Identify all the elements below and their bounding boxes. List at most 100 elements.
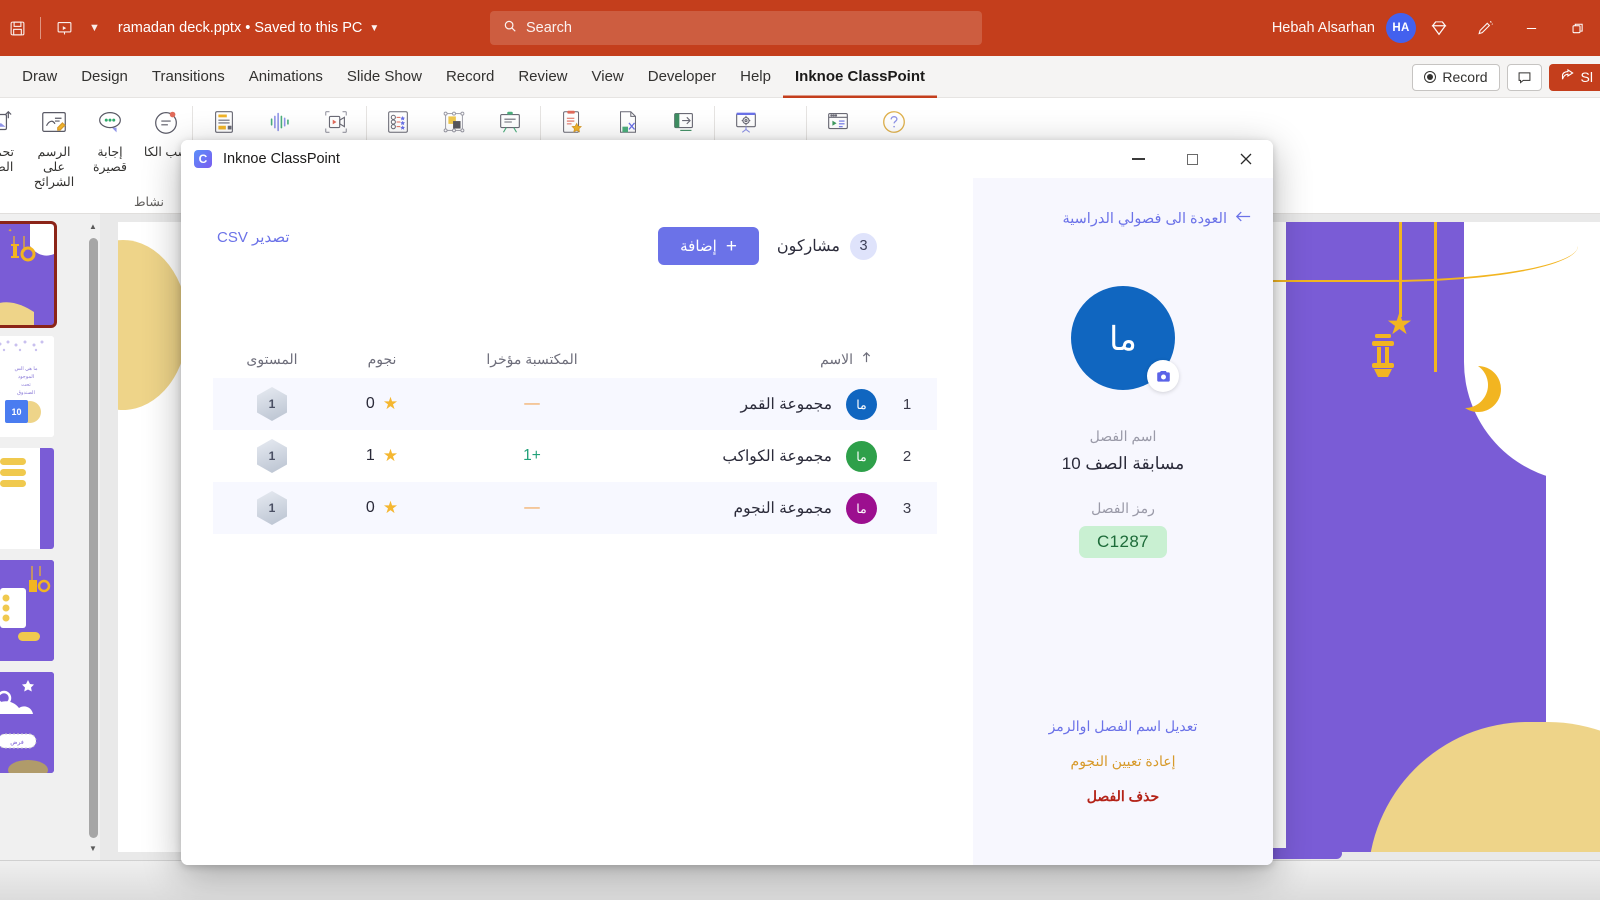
search-input[interactable]: Search: [490, 11, 982, 45]
reset-stars-link[interactable]: إعادة تعيين النجوم: [973, 753, 1273, 770]
ribbon-item-slide-drawing[interactable]: الرسم على الشرائح: [26, 98, 82, 189]
tab-draw[interactable]: Draw: [10, 56, 69, 98]
ribbon-item-export-pdf[interactable]: [600, 98, 656, 142]
scroll-down-icon[interactable]: ▼: [86, 840, 100, 856]
participants-toolbar: 3 مشاركون + إضافة: [181, 216, 973, 276]
avatar[interactable]: ما: [846, 388, 877, 420]
share-button-label: Sl: [1580, 69, 1593, 85]
svg-text:10: 10: [11, 407, 21, 417]
list-item[interactable]: ما هي الس الموجود تحت الصندوق 10: [0, 336, 54, 437]
delete-class-link[interactable]: حذف الفصل: [973, 788, 1273, 805]
camera-icon[interactable]: [1147, 360, 1179, 392]
table-row[interactable]: 1 ما مجموعة القمر — ★ 0 1: [213, 378, 937, 430]
tab-record[interactable]: Record: [434, 56, 506, 98]
back-to-classes-label: العودة الى فصولي الدراسية: [1062, 210, 1228, 227]
powerpoint-title-bar: ▼ ramadan deck.pptx • Saved to this PC ▼…: [0, 0, 1600, 56]
ribbon-item-video-record[interactable]: [308, 98, 364, 142]
ribbon-item-slide-text[interactable]: [196, 98, 252, 142]
status-bar: [0, 860, 1600, 900]
tab-truncated[interactable]: t: [0, 56, 10, 98]
tab-help[interactable]: Help: [728, 56, 783, 98]
class-name-value: مسابقة الصف 10: [1061, 454, 1185, 473]
document-title[interactable]: ramadan deck.pptx • Saved to this PC ▼: [118, 20, 379, 36]
class-code-value[interactable]: C1287: [1078, 526, 1168, 558]
list-item[interactable]: [0, 560, 54, 661]
avatar[interactable]: ما: [846, 440, 877, 472]
svg-text:✦: ✦: [8, 228, 12, 234]
dialog-title-bar: C Inknoe ClassPoint: [181, 140, 1273, 178]
ribbon-item-image-upload[interactable]: تحميل الصور: [0, 98, 26, 175]
tab-design[interactable]: Design: [69, 56, 140, 98]
class-info-panel: العودة الى فصولي الدراسية ما اسم الفصل م…: [973, 178, 1273, 865]
present-icon[interactable]: [47, 12, 81, 44]
tab-developer[interactable]: Developer: [636, 56, 728, 98]
tab-review[interactable]: Review: [506, 56, 579, 98]
slide-thumbnail-pane[interactable]: ✦ ما هي الس الموجود تحت الصندوق 10 فرض: [0, 214, 100, 860]
ribbon-item-quiz-list[interactable]: [370, 98, 426, 142]
table-row[interactable]: 2 ما مجموعة الكواكب +1 ★ 1 1: [213, 430, 937, 482]
comment-icon[interactable]: [1506, 63, 1542, 91]
participant-count-label: مشاركون: [776, 238, 840, 255]
tab-inknoe-classpoint[interactable]: Inknoe ClassPoint: [783, 56, 937, 98]
classpoint-dialog[interactable]: C Inknoe ClassPoint 3 مشاركون + إضافة تص…: [181, 140, 1273, 865]
ribbon-item-import-slide[interactable]: [656, 98, 712, 142]
avatar[interactable]: ما: [846, 492, 877, 524]
avatar[interactable]: HA: [1386, 13, 1416, 43]
participant-count-badge: 3: [850, 232, 877, 260]
ribbon-item-draggable-objects[interactable]: [426, 98, 482, 142]
row-level-cell: 1: [217, 387, 327, 421]
diamond-icon[interactable]: [1416, 0, 1462, 56]
maximize-icon[interactable]: [1165, 140, 1219, 178]
row-recent-value: —: [524, 499, 540, 516]
share-button[interactable]: Sl: [1548, 63, 1600, 91]
export-pdf-icon: [607, 102, 649, 142]
chevron-down-icon[interactable]: ▼: [369, 23, 379, 34]
ribbon-item-short-answer[interactable]: إجابة قصيرة: [82, 98, 138, 175]
toolbar-divider: [40, 17, 41, 39]
ribbon-item-help[interactable]: [866, 98, 922, 142]
ribbon-tab-strip: t Draw Design Transitions Animations Sli…: [0, 56, 1600, 98]
lantern-string: [1399, 222, 1402, 317]
column-header-recent: المكتسبة مؤخرا: [486, 350, 578, 367]
row-rank: 2: [902, 447, 912, 465]
participant-count-group: 3 مشاركون: [776, 232, 877, 260]
class-avatar[interactable]: ما: [1071, 286, 1179, 392]
customize-toolbar-chevron-down-icon[interactable]: ▼: [81, 22, 108, 34]
tab-view[interactable]: View: [580, 56, 636, 98]
tab-slide-show[interactable]: Slide Show: [335, 56, 434, 98]
export-csv-link[interactable]: تصدير CSV: [217, 228, 290, 246]
restore-window-button[interactable]: [1554, 0, 1600, 56]
level-badge: 1: [257, 491, 287, 525]
list-item[interactable]: [0, 448, 54, 549]
edit-class-link[interactable]: تعديل اسم الفصل اوالرمز: [973, 718, 1273, 735]
star-icon: ★: [382, 498, 399, 517]
list-item[interactable]: ✦: [0, 221, 57, 328]
draggable-objects-icon: [433, 102, 475, 142]
column-header-name[interactable]: الاسم: [627, 351, 877, 368]
back-to-classes-link[interactable]: العودة الى فصولي الدراسية: [1063, 210, 1252, 227]
add-participant-button[interactable]: + إضافة: [658, 227, 759, 265]
pen-icon[interactable]: [1462, 0, 1508, 56]
ribbon-item-quiz-summary[interactable]: [544, 98, 600, 142]
ribbon-item-label: تحميل الصور: [0, 145, 14, 174]
thumbnail-scrollbar[interactable]: ▲ ▼: [86, 214, 100, 860]
ribbon-item-whiteboard[interactable]: [482, 98, 538, 142]
table-row[interactable]: 3 ما مجموعة النجوم — ★ 0 1: [213, 482, 937, 534]
dialog-body: 3 مشاركون + إضافة تصدير CSV الاسم المكتس…: [181, 178, 1273, 865]
close-icon[interactable]: [1219, 140, 1273, 178]
ribbon-item-presentation-tools[interactable]: [810, 98, 866, 142]
minimize-window-button[interactable]: [1508, 0, 1554, 56]
row-rank: 1: [902, 395, 912, 413]
ribbon-item-audio-record[interactable]: [252, 98, 308, 142]
scrollbar-thumb[interactable]: [88, 238, 98, 838]
scroll-up-icon[interactable]: ▲: [86, 218, 100, 234]
minimize-icon[interactable]: [1111, 140, 1165, 178]
record-button[interactable]: Record: [1412, 63, 1500, 91]
tab-transitions[interactable]: Transitions: [140, 56, 237, 98]
save-icon[interactable]: [0, 12, 34, 44]
tab-animations[interactable]: Animations: [237, 56, 335, 98]
row-level-cell: 1: [217, 491, 327, 525]
slide-drawing-icon: [33, 102, 75, 142]
ribbon-item-settings[interactable]: [718, 98, 774, 142]
list-item[interactable]: فرض: [0, 672, 54, 773]
